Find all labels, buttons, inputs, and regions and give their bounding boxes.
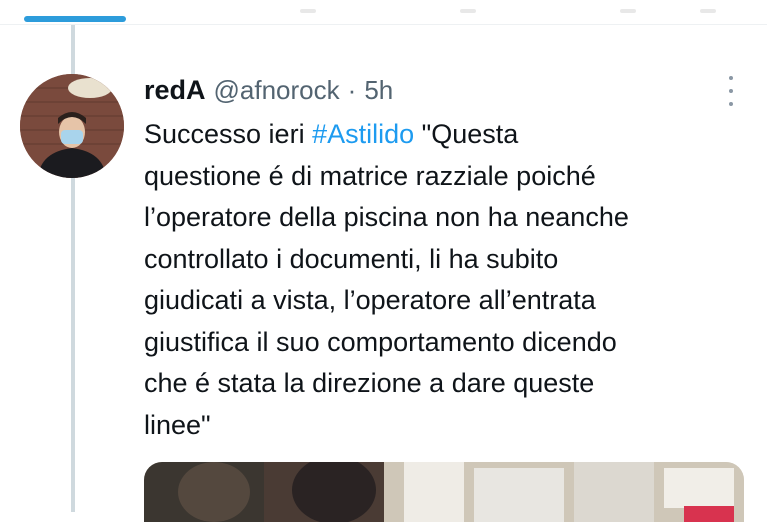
tweet-line-8: linee" [144, 409, 211, 440]
author-name[interactable]: redA [144, 74, 206, 106]
tweet-text: Successo ieri #Astilido "Questa question… [144, 114, 734, 446]
tweet-line-4: controllato i documenti, li ha subito [144, 243, 559, 274]
media-photo [144, 462, 744, 522]
tweet-line-5: giudicati a vista, l’operatore all’entra… [144, 285, 596, 315]
tweet[interactable]: redA @afnorock · 5h Successo ieri #Astil… [144, 70, 744, 446]
reply-icon[interactable] [300, 3, 320, 19]
text-segment: "Questa [414, 119, 519, 149]
divider [0, 24, 767, 25]
share-icon[interactable] [700, 3, 720, 19]
author-handle[interactable]: @afnorock [214, 74, 340, 106]
more-vertical-icon[interactable] [718, 76, 744, 106]
retweet-icon[interactable] [460, 3, 480, 19]
text-segment: Successo ieri [144, 119, 313, 149]
tweet-line-2: questione é di matrice razziale poiché [144, 160, 596, 191]
tweet-media-image[interactable] [144, 462, 744, 522]
separator-dot: · [347, 75, 357, 105]
tweet-line-6: giustifica il suo comportamento dicendo [144, 326, 617, 357]
active-tab-indicator [24, 16, 126, 22]
hashtag-link[interactable]: #Astilido [312, 119, 414, 149]
tweet-header: redA @afnorock · 5h [144, 70, 744, 110]
avatar-photo [20, 74, 124, 178]
timestamp[interactable]: 5h [364, 74, 393, 106]
top-bar [0, 0, 767, 24]
like-icon[interactable] [620, 3, 640, 19]
avatar[interactable] [20, 74, 124, 178]
tweet-line-1: Successo ieri #Astilido "Questa [144, 114, 734, 156]
tweet-line-3: l’operatore della piscina non ha neanche [144, 202, 629, 232]
tweet-line-7: che é stata la direzione a dare queste [144, 368, 595, 398]
